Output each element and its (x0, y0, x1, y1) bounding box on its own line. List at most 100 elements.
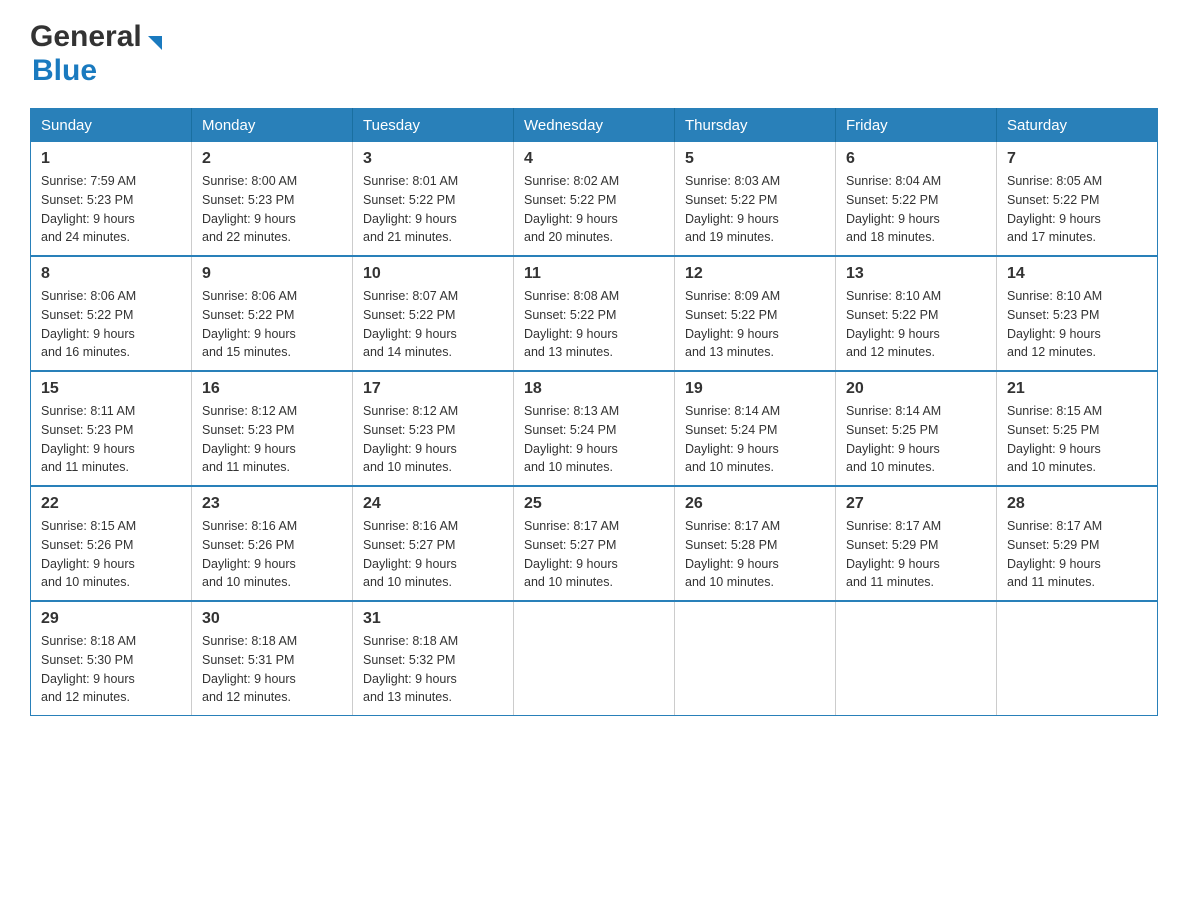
daylight-text2: and 10 minutes. (846, 458, 986, 477)
day-info: Sunrise: 8:10 AM Sunset: 5:22 PM Dayligh… (846, 287, 986, 362)
daylight-text: Daylight: 9 hours (846, 440, 986, 459)
day-info: Sunrise: 8:02 AM Sunset: 5:22 PM Dayligh… (524, 172, 664, 247)
sunrise-text: Sunrise: 8:09 AM (685, 287, 825, 306)
daylight-text: Daylight: 9 hours (363, 210, 503, 229)
sunrise-text: Sunrise: 8:07 AM (363, 287, 503, 306)
calendar-cell: 2 Sunrise: 8:00 AM Sunset: 5:23 PM Dayli… (192, 142, 353, 256)
daylight-text2: and 10 minutes. (363, 573, 503, 592)
day-number: 7 (1007, 150, 1147, 168)
day-number: 3 (363, 150, 503, 168)
calendar-header-tuesday: Tuesday (353, 109, 514, 143)
day-number: 1 (41, 150, 181, 168)
daylight-text: Daylight: 9 hours (524, 325, 664, 344)
day-number: 17 (363, 380, 503, 398)
day-info: Sunrise: 8:09 AM Sunset: 5:22 PM Dayligh… (685, 287, 825, 362)
sunrise-text: Sunrise: 8:15 AM (41, 517, 181, 536)
calendar-cell: 12 Sunrise: 8:09 AM Sunset: 5:22 PM Dayl… (675, 256, 836, 371)
sunset-text: Sunset: 5:22 PM (363, 191, 503, 210)
daylight-text2: and 16 minutes. (41, 343, 181, 362)
day-number: 29 (41, 610, 181, 628)
daylight-text2: and 12 minutes. (1007, 343, 1147, 362)
calendar-cell: 24 Sunrise: 8:16 AM Sunset: 5:27 PM Dayl… (353, 486, 514, 601)
calendar-week-1: 1 Sunrise: 7:59 AM Sunset: 5:23 PM Dayli… (31, 142, 1158, 256)
daylight-text2: and 13 minutes. (524, 343, 664, 362)
daylight-text2: and 10 minutes. (524, 573, 664, 592)
calendar-cell: 5 Sunrise: 8:03 AM Sunset: 5:22 PM Dayli… (675, 142, 836, 256)
day-number: 26 (685, 495, 825, 513)
daylight-text: Daylight: 9 hours (41, 440, 181, 459)
sunset-text: Sunset: 5:23 PM (202, 191, 342, 210)
day-number: 12 (685, 265, 825, 283)
sunrise-text: Sunrise: 8:11 AM (41, 402, 181, 421)
sunset-text: Sunset: 5:25 PM (1007, 421, 1147, 440)
day-info: Sunrise: 8:17 AM Sunset: 5:27 PM Dayligh… (524, 517, 664, 592)
day-info: Sunrise: 8:15 AM Sunset: 5:26 PM Dayligh… (41, 517, 181, 592)
calendar-cell: 4 Sunrise: 8:02 AM Sunset: 5:22 PM Dayli… (514, 142, 675, 256)
calendar-cell (836, 601, 997, 716)
day-number: 13 (846, 265, 986, 283)
daylight-text2: and 12 minutes. (846, 343, 986, 362)
day-info: Sunrise: 8:13 AM Sunset: 5:24 PM Dayligh… (524, 402, 664, 477)
daylight-text2: and 13 minutes. (363, 688, 503, 707)
daylight-text2: and 10 minutes. (685, 573, 825, 592)
sunrise-text: Sunrise: 8:08 AM (524, 287, 664, 306)
day-number: 27 (846, 495, 986, 513)
calendar-table: SundayMondayTuesdayWednesdayThursdayFrid… (30, 108, 1158, 716)
calendar-header-sunday: Sunday (31, 109, 192, 143)
calendar-header-monday: Monday (192, 109, 353, 143)
sunset-text: Sunset: 5:23 PM (1007, 306, 1147, 325)
day-number: 31 (363, 610, 503, 628)
sunrise-text: Sunrise: 8:17 AM (846, 517, 986, 536)
sunrise-text: Sunrise: 8:18 AM (202, 632, 342, 651)
sunrise-text: Sunrise: 8:06 AM (41, 287, 181, 306)
daylight-text: Daylight: 9 hours (685, 555, 825, 574)
daylight-text: Daylight: 9 hours (363, 440, 503, 459)
day-info: Sunrise: 8:16 AM Sunset: 5:27 PM Dayligh… (363, 517, 503, 592)
daylight-text2: and 11 minutes. (202, 458, 342, 477)
daylight-text2: and 20 minutes. (524, 228, 664, 247)
daylight-text: Daylight: 9 hours (846, 555, 986, 574)
calendar-cell: 16 Sunrise: 8:12 AM Sunset: 5:23 PM Dayl… (192, 371, 353, 486)
sunset-text: Sunset: 5:23 PM (41, 191, 181, 210)
daylight-text2: and 12 minutes. (202, 688, 342, 707)
calendar-cell: 6 Sunrise: 8:04 AM Sunset: 5:22 PM Dayli… (836, 142, 997, 256)
daylight-text: Daylight: 9 hours (202, 210, 342, 229)
day-number: 10 (363, 265, 503, 283)
day-info: Sunrise: 8:18 AM Sunset: 5:31 PM Dayligh… (202, 632, 342, 707)
daylight-text2: and 18 minutes. (846, 228, 986, 247)
daylight-text2: and 10 minutes. (363, 458, 503, 477)
day-info: Sunrise: 8:04 AM Sunset: 5:22 PM Dayligh… (846, 172, 986, 247)
daylight-text2: and 15 minutes. (202, 343, 342, 362)
logo-triangle-icon (144, 32, 166, 54)
sunset-text: Sunset: 5:22 PM (202, 306, 342, 325)
day-info: Sunrise: 8:07 AM Sunset: 5:22 PM Dayligh… (363, 287, 503, 362)
day-number: 30 (202, 610, 342, 628)
day-info: Sunrise: 8:11 AM Sunset: 5:23 PM Dayligh… (41, 402, 181, 477)
calendar-header-saturday: Saturday (997, 109, 1158, 143)
day-number: 2 (202, 150, 342, 168)
daylight-text2: and 10 minutes. (1007, 458, 1147, 477)
calendar-cell: 1 Sunrise: 7:59 AM Sunset: 5:23 PM Dayli… (31, 142, 192, 256)
daylight-text2: and 12 minutes. (41, 688, 181, 707)
day-info: Sunrise: 8:14 AM Sunset: 5:25 PM Dayligh… (846, 402, 986, 477)
day-number: 11 (524, 265, 664, 283)
daylight-text2: and 10 minutes. (524, 458, 664, 477)
day-number: 15 (41, 380, 181, 398)
day-number: 5 (685, 150, 825, 168)
day-info: Sunrise: 8:06 AM Sunset: 5:22 PM Dayligh… (41, 287, 181, 362)
day-number: 19 (685, 380, 825, 398)
calendar-cell: 17 Sunrise: 8:12 AM Sunset: 5:23 PM Dayl… (353, 371, 514, 486)
sunrise-text: Sunrise: 8:04 AM (846, 172, 986, 191)
day-number: 6 (846, 150, 986, 168)
daylight-text: Daylight: 9 hours (685, 440, 825, 459)
daylight-text2: and 21 minutes. (363, 228, 503, 247)
calendar-cell: 19 Sunrise: 8:14 AM Sunset: 5:24 PM Dayl… (675, 371, 836, 486)
sunrise-text: Sunrise: 8:12 AM (363, 402, 503, 421)
daylight-text2: and 22 minutes. (202, 228, 342, 247)
calendar-cell: 31 Sunrise: 8:18 AM Sunset: 5:32 PM Dayl… (353, 601, 514, 716)
day-info: Sunrise: 8:17 AM Sunset: 5:28 PM Dayligh… (685, 517, 825, 592)
calendar-cell: 25 Sunrise: 8:17 AM Sunset: 5:27 PM Dayl… (514, 486, 675, 601)
calendar-header-thursday: Thursday (675, 109, 836, 143)
daylight-text2: and 17 minutes. (1007, 228, 1147, 247)
day-number: 22 (41, 495, 181, 513)
